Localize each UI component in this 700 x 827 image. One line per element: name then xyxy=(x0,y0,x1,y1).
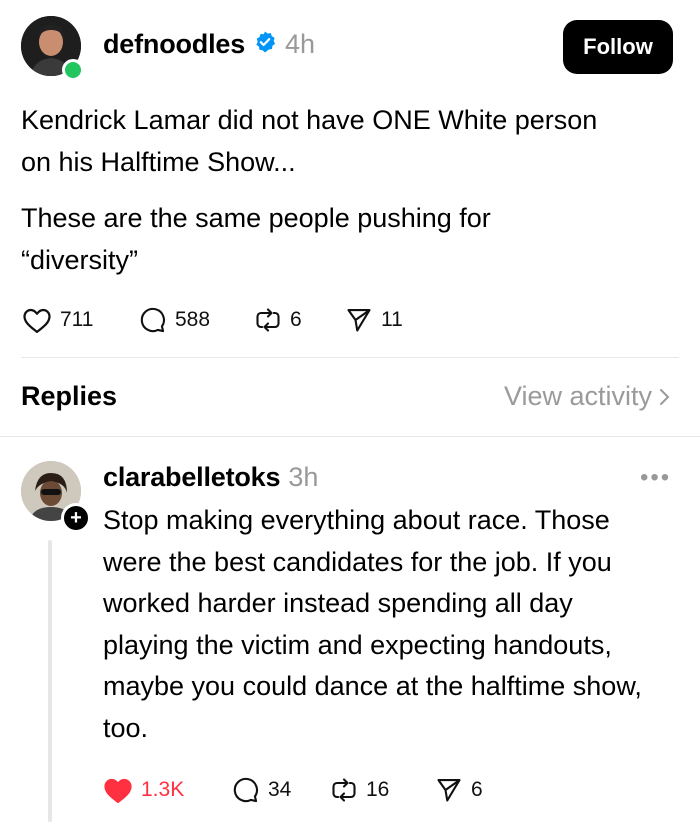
reply-timestamp: 3h xyxy=(288,462,319,492)
thread-line xyxy=(48,540,52,822)
share-count: 11 xyxy=(381,308,403,331)
post-header: defnoodles 4h xyxy=(103,29,315,60)
repost-action[interactable]: 6 xyxy=(254,306,302,334)
divider xyxy=(21,357,679,358)
reply-comment-count: 34 xyxy=(268,778,292,801)
heart-icon xyxy=(23,308,51,333)
reply-comment-action[interactable]: 34 xyxy=(230,776,291,804)
share-icon xyxy=(347,309,371,332)
verified-badge-icon xyxy=(253,30,277,59)
view-activity-link[interactable]: View activity xyxy=(504,381,672,412)
view-activity-label: View activity xyxy=(503,381,652,411)
online-status-indicator xyxy=(62,59,84,81)
plus-icon[interactable]: + xyxy=(61,503,91,533)
reply-share-count: 6 xyxy=(471,778,483,801)
more-icon[interactable]: ••• xyxy=(640,464,671,492)
post-text-line: “diversity” xyxy=(21,245,139,275)
post-timestamp: 4h xyxy=(285,29,316,59)
follow-button[interactable]: Follow xyxy=(563,20,673,74)
comment-action[interactable]: 588 xyxy=(137,306,210,334)
divider xyxy=(0,436,700,437)
reply-repost-action[interactable]: 16 xyxy=(330,776,389,804)
reply-share-action[interactable]: 6 xyxy=(435,776,483,804)
heart-icon xyxy=(104,778,132,803)
comment-icon xyxy=(140,307,165,333)
share-icon xyxy=(437,779,461,802)
repost-icon xyxy=(332,778,356,802)
reply-header: clarabelletoks 3h xyxy=(103,462,318,493)
comment-icon xyxy=(233,777,258,803)
reply-like-action[interactable]: 1.3K xyxy=(103,776,184,804)
post-username[interactable]: defnoodles xyxy=(103,29,245,60)
replies-heading: Replies xyxy=(21,381,118,411)
post-text-line: These are the same people pushing for xyxy=(21,203,491,233)
comment-count: 588 xyxy=(175,308,211,331)
reply-like-count: 1.3K xyxy=(141,778,185,801)
post-text-line: on his Halftime Show... xyxy=(21,147,296,177)
repost-count: 6 xyxy=(290,308,302,331)
reply-username[interactable]: clarabelletoks xyxy=(103,462,281,493)
reply-text: Stop making everything about race. Those… xyxy=(103,505,642,743)
reply-repost-count: 16 xyxy=(366,778,390,801)
repost-icon xyxy=(256,308,280,332)
like-count: 711 xyxy=(60,308,94,331)
chevron-right-icon xyxy=(660,388,670,405)
share-action[interactable]: 11 xyxy=(345,306,403,334)
like-action[interactable]: 711 xyxy=(22,306,93,334)
post-text-line: Kendrick Lamar did not have ONE White pe… xyxy=(21,105,598,135)
